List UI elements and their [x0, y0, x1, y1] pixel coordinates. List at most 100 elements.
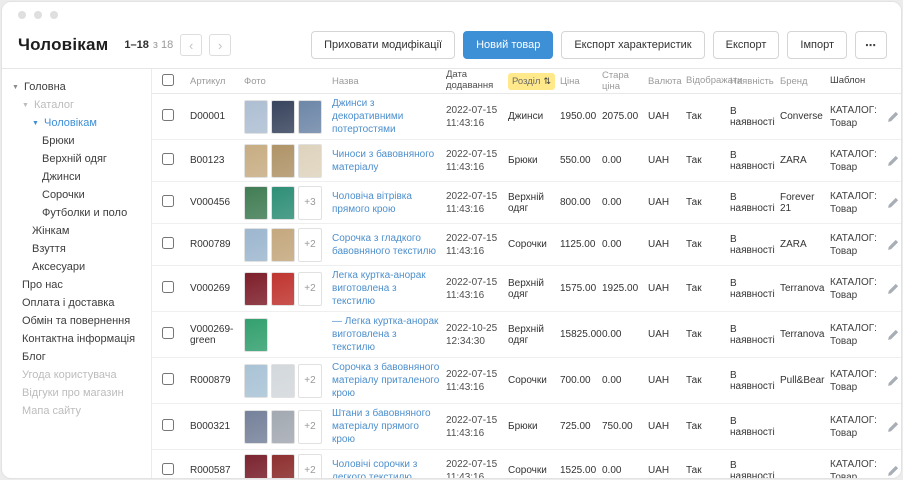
more-photos-badge[interactable]: +3 — [298, 186, 322, 220]
edit-icon[interactable] — [887, 197, 899, 209]
more-actions-button[interactable]: ⋯ — [855, 31, 887, 59]
product-photo[interactable] — [271, 410, 295, 444]
import-button[interactable]: Імпорт — [787, 31, 847, 59]
column-header-template[interactable]: Шаблон — [830, 75, 886, 87]
row-checkbox[interactable] — [162, 153, 174, 165]
column-header-date[interactable]: Дата додавання — [446, 70, 508, 92]
product-photo[interactable] — [244, 454, 268, 479]
product-name-link[interactable]: Чиноси з бавовняного матеріалу — [332, 148, 440, 174]
product-photo[interactable] — [298, 144, 322, 178]
more-photos-badge[interactable]: +2 — [298, 272, 322, 306]
row-checkbox[interactable] — [162, 237, 174, 249]
row-checkbox[interactable] — [162, 109, 174, 121]
sidebar-item[interactable]: Контактна інформація — [10, 330, 147, 348]
sidebar-item[interactable]: Блог — [10, 348, 147, 366]
sidebar-item[interactable]: Джинси — [10, 168, 147, 186]
select-all-checkbox[interactable] — [162, 74, 174, 86]
column-header-sku[interactable]: Артикул — [190, 76, 244, 87]
sidebar-item[interactable]: Сорочки — [10, 186, 147, 204]
export-button[interactable]: Експорт — [713, 31, 780, 59]
sidebar-item[interactable]: Аксесуари — [10, 258, 147, 276]
edit-icon[interactable] — [887, 329, 899, 341]
sidebar-item[interactable]: Брюки — [10, 132, 147, 150]
column-header-photo[interactable]: Фото — [244, 76, 332, 87]
sidebar-item[interactable]: Футболки и поло — [10, 204, 147, 222]
more-photos-badge[interactable]: +2 — [298, 454, 322, 479]
column-header-availability[interactable]: Наявність — [730, 76, 780, 87]
window-control-dot[interactable] — [34, 11, 42, 19]
sidebar-item[interactable]: ▼Чоловікам — [10, 114, 147, 132]
product-photo[interactable] — [271, 364, 295, 398]
product-name-link[interactable]: Штани з бавовняного матеріалу прямого кр… — [332, 407, 440, 446]
product-photo[interactable] — [271, 144, 295, 178]
edit-icon[interactable] — [887, 375, 899, 387]
edit-icon[interactable] — [887, 155, 899, 167]
more-photos-badge[interactable]: +2 — [298, 228, 322, 262]
chevron-down-icon[interactable]: ▼ — [12, 84, 20, 91]
sidebar-item[interactable]: ▼Головна — [10, 78, 147, 96]
pagination-next-button[interactable]: › — [209, 34, 231, 56]
column-header-old-price[interactable]: Стара ціна — [602, 70, 648, 92]
sidebar-item-label: Взуття — [32, 243, 66, 255]
product-name-link[interactable]: Сорочка з гладкого бавовняного текстилю — [332, 232, 440, 258]
product-photo[interactable] — [271, 186, 295, 220]
product-name-link[interactable]: Сорочка з бавовняного матеріалу притален… — [332, 361, 440, 400]
row-checkbox[interactable] — [162, 419, 174, 431]
sidebar-item-label: Джинси — [42, 171, 81, 183]
column-header-display[interactable]: Відображати — [686, 76, 730, 87]
window-control-dot[interactable] — [18, 11, 26, 19]
more-photos-badge[interactable]: +2 — [298, 364, 322, 398]
sidebar-item[interactable]: Жінкам — [10, 222, 147, 240]
product-photo[interactable] — [244, 318, 268, 352]
row-checkbox[interactable] — [162, 281, 174, 293]
export-characteristics-button[interactable]: Експорт характеристик — [561, 31, 704, 59]
sidebar-item[interactable]: Оплата і доставка — [10, 294, 147, 312]
sidebar-item[interactable]: Угода користувача — [10, 366, 147, 384]
edit-icon[interactable] — [887, 465, 899, 477]
product-photo[interactable] — [244, 272, 268, 306]
row-checkbox[interactable] — [162, 373, 174, 385]
edit-icon[interactable] — [887, 421, 899, 433]
product-photo[interactable] — [271, 272, 295, 306]
edit-icon[interactable] — [887, 239, 899, 251]
product-photo[interactable] — [298, 100, 322, 134]
sidebar-item[interactable]: Мапа сайту — [10, 402, 147, 420]
product-name-link[interactable]: Чоловіча вітрівка прямого крою — [332, 190, 440, 216]
product-name-link[interactable]: Джинси з декоративними потертостями — [332, 97, 440, 136]
sidebar-item[interactable]: Взуття — [10, 240, 147, 258]
chevron-down-icon[interactable]: ▼ — [22, 102, 30, 109]
sidebar-item[interactable]: ▼Каталог — [10, 96, 147, 114]
row-checkbox[interactable] — [162, 195, 174, 207]
chevron-down-icon[interactable]: ▼ — [32, 120, 40, 127]
product-photo[interactable] — [244, 364, 268, 398]
edit-icon[interactable] — [887, 283, 899, 295]
sidebar-item[interactable]: Обмін та повернення — [10, 312, 147, 330]
more-photos-badge[interactable]: +2 — [298, 410, 322, 444]
product-photo[interactable] — [244, 144, 268, 178]
window-control-dot[interactable] — [50, 11, 58, 19]
column-header-currency[interactable]: Валюта — [648, 76, 686, 87]
new-product-button[interactable]: Новий товар — [463, 31, 553, 59]
product-photo[interactable] — [244, 228, 268, 262]
sidebar-item[interactable]: Відгуки про магазин — [10, 384, 147, 402]
sidebar-item[interactable]: Верхній одяг — [10, 150, 147, 168]
product-photo[interactable] — [244, 186, 268, 220]
column-header-price[interactable]: Ціна — [560, 76, 602, 87]
hide-modifications-button[interactable]: Приховати модифікації — [311, 31, 455, 59]
product-photo[interactable] — [244, 410, 268, 444]
sidebar-item[interactable]: Про нас — [10, 276, 147, 294]
product-photo[interactable] — [271, 454, 295, 479]
pagination-prev-button[interactable]: ‹ — [180, 34, 202, 56]
product-name-link[interactable]: — Легка куртка-анорак виготовлена з текс… — [332, 315, 440, 354]
product-photo[interactable] — [244, 100, 268, 134]
product-name-link[interactable]: Легка куртка-анорак виготовлена з тексти… — [332, 269, 440, 308]
product-photo[interactable] — [271, 100, 295, 134]
edit-icon[interactable] — [887, 111, 899, 123]
column-header-brand[interactable]: Бренд — [780, 76, 830, 87]
row-checkbox[interactable] — [162, 327, 174, 339]
product-photo[interactable] — [271, 228, 295, 262]
column-header-name[interactable]: Назва — [332, 76, 446, 87]
row-checkbox[interactable] — [162, 463, 174, 475]
product-name-link[interactable]: Чоловічі сорочки з легкого текстилю — [332, 458, 440, 479]
sort-column-header[interactable]: Розділ ⇅ — [508, 73, 555, 90]
